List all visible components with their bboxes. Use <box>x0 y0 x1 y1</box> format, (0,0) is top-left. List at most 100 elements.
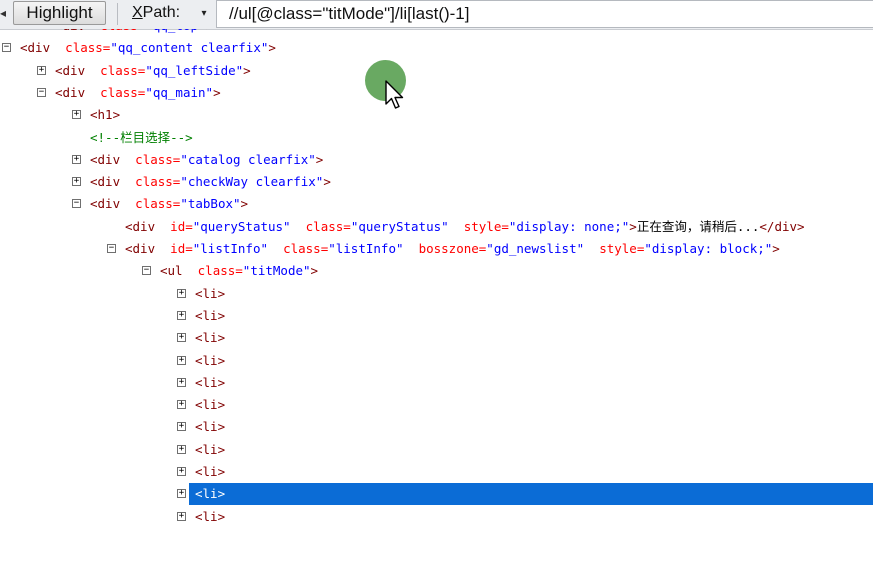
node-markup: <li> <box>195 461 225 483</box>
xpath-label: XPath: <box>132 4 180 22</box>
expand-icon[interactable]: + <box>177 377 186 387</box>
markup-token: <div <box>125 218 156 234</box>
collapse-icon[interactable]: − <box>142 266 151 276</box>
markup-token <box>85 63 100 78</box>
markup-token: class= <box>135 174 181 190</box>
tree-row[interactable]: + <li> <box>0 350 873 372</box>
markup-token: class= <box>135 151 181 167</box>
xpath-label-text: Path: <box>142 4 181 21</box>
tree-row-selected[interactable]: + <li> <box>0 483 873 506</box>
expand-icon[interactable]: + <box>177 489 186 499</box>
tree-row[interactable]: − <div id="listInfo" class="listInfo" bos… <box>0 238 873 260</box>
mouse-cursor-icon <box>385 80 404 109</box>
markup-token: > <box>772 241 780 256</box>
markup-token <box>85 85 100 100</box>
tree-row[interactable]: + <div class="checkWay clearfix"> <box>0 171 873 193</box>
node-markup: <li> <box>195 439 225 461</box>
markup-token: <li> <box>195 374 226 390</box>
expand-icon[interactable]: + <box>177 310 186 320</box>
expand-icon[interactable]: + <box>177 355 186 365</box>
expand-icon[interactable]: + <box>72 110 81 120</box>
tree-row[interactable]: + <li> <box>0 461 873 483</box>
tree-row[interactable]: <div class="qq_top"> <box>0 29 873 37</box>
markup-token <box>404 241 419 256</box>
tree-row[interactable]: + <li> <box>0 439 873 461</box>
markup-token: class= <box>305 218 351 234</box>
markup-token: > <box>206 29 214 33</box>
markup-token: <li> <box>195 508 226 524</box>
tree-row[interactable]: + <li> <box>0 416 873 438</box>
markup-token: <div <box>90 196 121 212</box>
markup-token: "qq_top" <box>145 29 205 33</box>
dom-tree: <div class="qq_top">−<div class="qq_cont… <box>0 29 873 528</box>
tree-row[interactable]: + <li> <box>0 327 873 349</box>
markup-token: "display: block;" <box>644 241 773 256</box>
collapse-icon[interactable]: − <box>107 244 116 253</box>
expand-icon[interactable]: + <box>177 511 186 521</box>
collapse-icon[interactable]: − <box>2 43 11 53</box>
markup-token <box>291 219 306 234</box>
collapse-icon[interactable]: − <box>72 199 81 209</box>
collapse-icon[interactable]: − <box>37 87 46 97</box>
markup-token: > <box>213 84 221 100</box>
expand-icon[interactable]: + <box>177 422 186 432</box>
tree-row[interactable]: − <div class="qq_main"> <box>0 82 873 104</box>
xpath-input[interactable] <box>216 0 873 28</box>
tree-row[interactable]: − <div class="qq_content clearfix"> <box>0 37 873 59</box>
markup-token: class= <box>283 241 329 256</box>
markup-token: > <box>243 62 251 78</box>
tree-row[interactable]: + <div class="qq_leftSide"> <box>0 60 873 82</box>
expand-icon[interactable]: + <box>177 288 186 298</box>
toolbar-separator <box>117 3 118 25</box>
markup-token: <li> <box>195 352 226 368</box>
markup-token: "catalog clearfix" <box>180 151 316 167</box>
markup-token <box>85 29 100 33</box>
markup-token: <li> <box>195 285 226 301</box>
tree-row[interactable]: + <li> <box>0 394 873 416</box>
tree-row[interactable]: − <div class="tabBox"> <box>0 193 873 215</box>
tree-row[interactable]: + <li> <box>0 372 873 394</box>
node-markup: <li> <box>195 483 225 505</box>
node-markup: <div class="catalog clearfix"> <box>90 149 323 171</box>
markup-token: <li> <box>195 419 226 435</box>
chevron-down-icon[interactable]: ▾ <box>197 4 211 24</box>
tree-row[interactable]: + <li> <box>0 283 873 305</box>
expand-icon[interactable]: + <box>177 333 186 343</box>
highlight-button[interactable]: Highlight <box>13 1 106 25</box>
node-markup: <li> <box>195 350 225 372</box>
tree-row[interactable]: + <li> <box>0 506 873 528</box>
expand-icon[interactable]: + <box>72 154 81 164</box>
expand-icon[interactable]: + <box>177 444 186 454</box>
markup-token: "queryStatus" <box>350 218 449 234</box>
tree-row[interactable]: + <h1> <box>0 104 873 126</box>
markup-token: <li> <box>195 397 226 413</box>
tree-row[interactable]: + <li> <box>0 305 873 327</box>
scroll-left-icon[interactable]: ◂ <box>0 6 8 22</box>
tree-row[interactable]: <div id="queryStatus" class="queryStatus… <box>0 216 873 238</box>
xpath-label-accelerator: X <box>132 4 143 21</box>
expand-icon[interactable]: + <box>177 467 186 476</box>
node-markup: <li> <box>195 394 225 416</box>
node-markup: <div class="qq_main"> <box>55 82 221 104</box>
markup-token: > <box>240 196 249 212</box>
tree-row[interactable]: <!--栏目选择--> <box>0 127 873 149</box>
expand-icon[interactable]: + <box>72 177 81 187</box>
expand-icon[interactable]: + <box>37 65 46 75</box>
markup-token: > <box>268 40 276 56</box>
node-markup: <li> <box>195 372 225 394</box>
markup-token <box>449 219 464 234</box>
markup-token: style= <box>463 218 509 234</box>
node-markup: <li> <box>195 327 225 349</box>
markup-token: "qq_leftSide" <box>145 62 244 78</box>
markup-token: "queryStatus" <box>192 218 291 234</box>
tree-row[interactable]: − <ul class="titMode"> <box>0 260 873 282</box>
expand-icon[interactable]: + <box>177 400 186 410</box>
markup-token: <div <box>125 241 156 256</box>
markup-token: <li> <box>195 486 226 502</box>
tree-row[interactable]: + <div class="catalog clearfix"> <box>0 149 873 171</box>
markup-token <box>50 40 65 55</box>
markup-token: <div <box>55 62 86 78</box>
markup-token: "listInfo" <box>328 241 404 256</box>
markup-token: "display: none;" <box>508 218 630 234</box>
markup-token <box>120 196 135 211</box>
